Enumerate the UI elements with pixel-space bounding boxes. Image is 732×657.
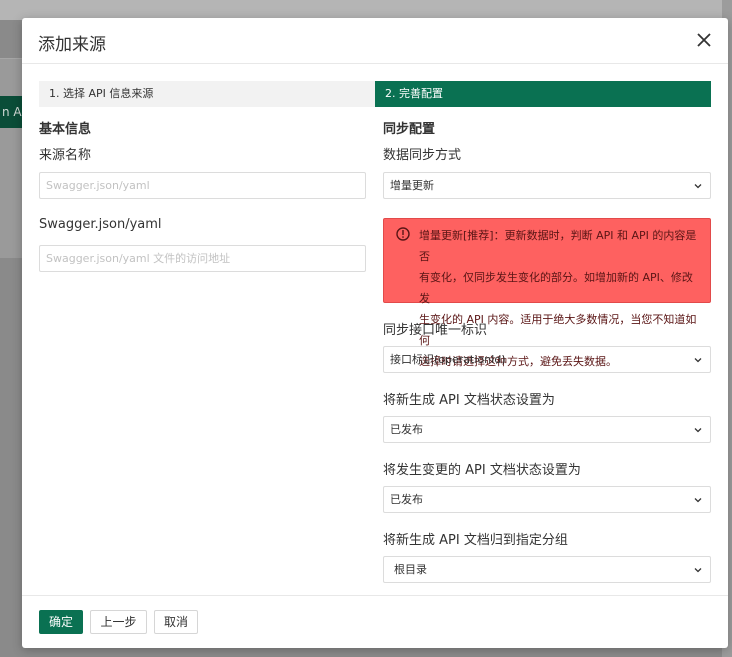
dialog-footer: 确定 上一步 取消 <box>22 595 728 648</box>
chevron-down-icon <box>694 428 702 433</box>
source-name-input[interactable] <box>39 172 366 199</box>
sync-method-alert: 增量更新[推荐]：更新数据时，判断 API 和 API 的内容是否 有变化，仅同… <box>383 218 711 368</box>
background-button: n API <box>0 96 22 128</box>
step-select-source[interactable]: 1. 选择 API 信息来源 <box>39 81 375 107</box>
changed-status-select[interactable]: 已发布 <box>383 486 711 513</box>
unique-id-select[interactable]: 接口标识(operationId) <box>383 346 711 373</box>
swagger-url-input[interactable] <box>39 245 366 272</box>
group-select[interactable]: 根目录 <box>383 556 711 583</box>
dialog-header: 添加来源 <box>22 18 728 64</box>
chevron-down-icon <box>694 358 702 363</box>
changed-status-label: 将发生变更的 API 文档状态设置为 <box>383 463 581 478</box>
new-status-value: 已发布 <box>390 423 423 436</box>
add-source-dialog: 添加来源 1. 选择 API 信息来源 2. 完善配置 基本信息 来源名称 Sw… <box>22 18 728 648</box>
chevron-down-icon <box>694 184 702 189</box>
chevron-down-icon <box>694 498 702 503</box>
sync-config-title: 同步配置 <box>383 122 436 137</box>
background-panel <box>0 58 22 258</box>
changed-status-value: 已发布 <box>390 493 423 506</box>
alert-line: 生变化的 API 内容。适用于绝大多数情况，当您不知道如何 <box>419 313 697 347</box>
info-icon <box>396 227 410 241</box>
chevron-down-icon <box>694 568 702 573</box>
source-name-label: 来源名称 <box>39 148 92 163</box>
close-icon <box>697 33 711 47</box>
new-status-select[interactable]: 已发布 <box>383 416 711 443</box>
basic-info-section: 基本信息 来源名称 Swagger.json/yaml <box>39 118 366 272</box>
swagger-url-label: Swagger.json/yaml <box>39 217 162 232</box>
cancel-button[interactable]: 取消 <box>154 610 198 634</box>
alert-line: 增量更新[推荐]：更新数据时，判断 API 和 API 的内容是否 <box>419 229 697 263</box>
new-status-label: 将新生成 API 文档状态设置为 <box>383 393 555 408</box>
close-button[interactable] <box>694 30 714 50</box>
sync-method-label: 数据同步方式 <box>383 148 462 163</box>
sync-method-value: 增量更新 <box>390 179 434 192</box>
sync-config-section: 同步配置 数据同步方式 增量更新 增量更新[推荐]：更新数据时，判断 API 和… <box>383 118 711 583</box>
confirm-button[interactable]: 确定 <box>39 610 83 634</box>
basic-info-title: 基本信息 <box>39 122 92 137</box>
group-label: 将新生成 API 文档归到指定分组 <box>383 533 568 548</box>
alert-line: 有变化，仅同步发生变化的部分。如增加新的 API、修改发 <box>419 271 693 305</box>
sync-method-select[interactable]: 增量更新 <box>383 172 711 199</box>
previous-step-button[interactable]: 上一步 <box>90 610 147 634</box>
step-complete-config[interactable]: 2. 完善配置 <box>375 81 711 107</box>
background-header <box>0 0 732 20</box>
unique-id-value: 接口标识(operationId) <box>390 353 506 366</box>
group-value: 根目录 <box>394 563 427 576</box>
dialog-title: 添加来源 <box>38 35 106 55</box>
